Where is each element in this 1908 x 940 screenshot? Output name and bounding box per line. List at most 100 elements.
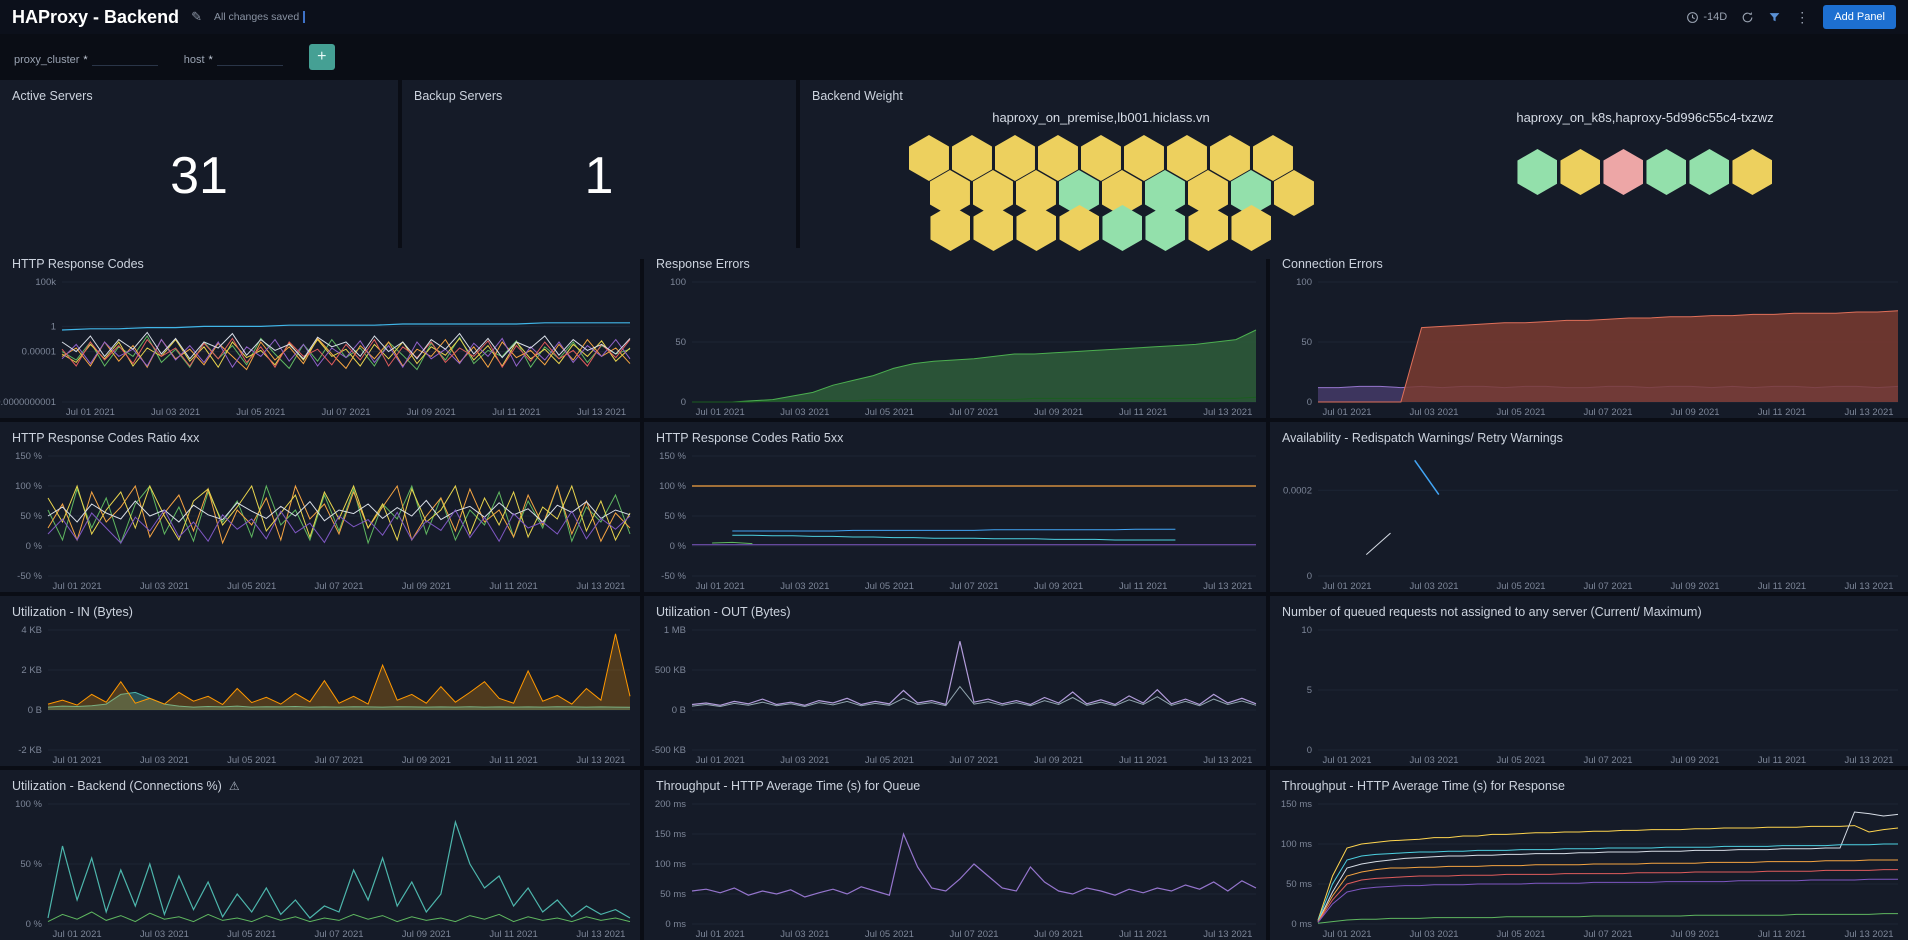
svg-text:0: 0 bbox=[681, 397, 686, 408]
svg-text:Jul 05 2021: Jul 05 2021 bbox=[1496, 755, 1545, 766]
weight-hexagon[interactable] bbox=[1732, 149, 1773, 195]
svg-text:Jul 13 2021: Jul 13 2021 bbox=[1844, 407, 1893, 418]
svg-text:0 %: 0 % bbox=[26, 541, 43, 552]
svg-text:Jul 09 2021: Jul 09 2021 bbox=[1034, 581, 1083, 592]
required-asterisk: * bbox=[208, 53, 213, 66]
time-range-control[interactable]: -14D bbox=[1686, 11, 1727, 24]
svg-text:100: 100 bbox=[670, 277, 686, 288]
svg-text:Jul 03 2021: Jul 03 2021 bbox=[1409, 407, 1458, 418]
svg-text:100k: 100k bbox=[35, 277, 56, 288]
svg-text:Jul 07 2021: Jul 07 2021 bbox=[314, 581, 363, 592]
top-bar: HAProxy - Backend ✎ All changes saved -1… bbox=[0, 0, 1908, 34]
svg-text:-2 KB: -2 KB bbox=[18, 745, 42, 756]
svg-text:0: 0 bbox=[1307, 745, 1312, 756]
svg-text:Jul 09 2021: Jul 09 2021 bbox=[1670, 755, 1719, 766]
clock-icon bbox=[1687, 11, 1699, 23]
svg-text:50 ms: 50 ms bbox=[1286, 879, 1312, 890]
svg-text:Jul 11 2021: Jul 11 2021 bbox=[489, 755, 537, 766]
filter-host: host * bbox=[184, 48, 283, 66]
chart-availability[interactable]: 0 0.0002 Jul 01 2021 Jul 03 2021 Jul 05 2021… bbox=[1270, 448, 1908, 592]
panel-title: HTTP Response Codes Ratio 5xx bbox=[656, 431, 844, 445]
svg-text:100 ms: 100 ms bbox=[655, 859, 686, 870]
panel-title-text: Utilization - Backend (Connections %) bbox=[12, 779, 222, 793]
chart-ratio-4xx[interactable]: -50 % 0 % 50 % 100 % 150 % Jul 01 2021 Jul 03 … bbox=[0, 448, 640, 592]
svg-text:Jul 07 2021: Jul 07 2021 bbox=[949, 929, 998, 940]
svg-text:Jul 13 2021: Jul 13 2021 bbox=[1844, 755, 1893, 766]
svg-text:Jul 05 2021: Jul 05 2021 bbox=[236, 407, 285, 418]
svg-text:150 ms: 150 ms bbox=[655, 829, 686, 840]
svg-text:50: 50 bbox=[675, 337, 686, 348]
filter-bar: proxy_cluster * host * + bbox=[0, 34, 1908, 80]
dashboard-title: HAProxy - Backend bbox=[12, 6, 180, 27]
chart-queued-requests[interactable]: 0 5 10 Jul 01 2021 Jul 03 2021 Jul 05 2021 Jul… bbox=[1270, 622, 1908, 766]
weight-hexagon[interactable] bbox=[1689, 149, 1730, 195]
svg-text:Jul 11 2021: Jul 11 2021 bbox=[492, 407, 540, 418]
panel-ratio-4xx: HTTP Response Codes Ratio 4xx -50 % 0 % 50… bbox=[0, 422, 640, 592]
svg-text:Jul 05 2021: Jul 05 2021 bbox=[865, 407, 914, 418]
chart-utilization-out[interactable]: -500 KB 0 B 500 KB 1 MB Jul 01 2021 Jul 03 20… bbox=[644, 622, 1266, 766]
weight-hexagon[interactable] bbox=[1646, 149, 1687, 195]
svg-text:Jul 07 2021: Jul 07 2021 bbox=[1583, 407, 1632, 418]
svg-text:0 B: 0 B bbox=[672, 705, 686, 716]
chart-response-errors[interactable]: 0 50 100 Jul 01 2021 Jul 03 2021 Jul 05 2021 J… bbox=[644, 274, 1266, 418]
panel-title: Backup Servers bbox=[414, 89, 503, 103]
svg-text:Jul 13 2021: Jul 13 2021 bbox=[1844, 929, 1893, 940]
svg-text:Jul 03 2021: Jul 03 2021 bbox=[140, 581, 189, 592]
svg-text:Jul 03 2021: Jul 03 2021 bbox=[780, 581, 829, 592]
svg-text:500 KB: 500 KB bbox=[655, 665, 686, 676]
panel-availability: Availability - Redispatch Warnings/ Retr… bbox=[1270, 422, 1908, 592]
panel-utilization-backend: Utilization - Backend (Connections %) ⚠ … bbox=[0, 770, 640, 940]
svg-text:Jul 05 2021: Jul 05 2021 bbox=[865, 929, 914, 940]
edit-title-icon[interactable]: ✎ bbox=[191, 9, 202, 25]
chart-utilization-backend[interactable]: 0 % 50 % 100 % Jul 01 2021 Jul 03 2021 Jul 05… bbox=[0, 796, 640, 940]
panel-title: Connection Errors bbox=[1282, 257, 1383, 271]
svg-text:Jul 01 2021: Jul 01 2021 bbox=[696, 929, 745, 940]
weight-hexagon[interactable] bbox=[1273, 170, 1314, 216]
kebab-menu[interactable]: ⋮ bbox=[1795, 9, 1809, 26]
panel-utilization-in: Utilization - IN (Bytes) -2 KB 0 B 2 KB 4 K… bbox=[0, 596, 640, 766]
refresh-button[interactable] bbox=[1741, 11, 1754, 24]
chart-http-response-codes[interactable]: 100k 1 0.00001 0.0000000001 Jul 01 2021 Jul 0… bbox=[0, 274, 640, 418]
dashboard-grid: Active Servers 31 Backup Servers 1 Backe… bbox=[0, 80, 1908, 940]
chart-response-time[interactable]: 0 ms 50 ms 100 ms 150 ms Jul 01 2021 Jul 03 2… bbox=[1270, 796, 1908, 940]
svg-text:100 ms: 100 ms bbox=[1281, 839, 1312, 850]
svg-text:0: 0 bbox=[1307, 571, 1312, 582]
svg-text:0.0000000001: 0.0000000001 bbox=[0, 397, 56, 408]
svg-text:1: 1 bbox=[51, 321, 56, 332]
svg-text:Jul 05 2021: Jul 05 2021 bbox=[1496, 929, 1545, 940]
panel-backup-servers: Backup Servers 1 bbox=[402, 80, 796, 259]
add-panel-button[interactable]: Add Panel bbox=[1823, 5, 1896, 29]
panel-title: Utilization - Backend (Connections %) ⚠ bbox=[0, 770, 640, 796]
chart-ratio-5xx[interactable]: -50 % 0 % 50 % 100 % 150 % Jul 01 2021 Jul 03 … bbox=[644, 448, 1266, 592]
svg-text:Jul 03 2021: Jul 03 2021 bbox=[140, 929, 189, 940]
svg-text:Jul 01 2021: Jul 01 2021 bbox=[1322, 755, 1371, 766]
svg-text:Jul 05 2021: Jul 05 2021 bbox=[227, 581, 276, 592]
svg-text:Jul 05 2021: Jul 05 2021 bbox=[1496, 407, 1545, 418]
panel-title: Availability - Redispatch Warnings/ Retr… bbox=[1282, 431, 1563, 445]
panel-title: HTTP Response Codes bbox=[12, 257, 144, 271]
weight-hexagon[interactable] bbox=[1603, 149, 1644, 195]
svg-text:Jul 03 2021: Jul 03 2021 bbox=[151, 407, 200, 418]
add-filter-button[interactable]: + bbox=[308, 44, 335, 70]
host-input[interactable] bbox=[216, 48, 283, 66]
svg-text:Jul 09 2021: Jul 09 2021 bbox=[1034, 755, 1083, 766]
svg-text:2 KB: 2 KB bbox=[21, 665, 42, 676]
proxy-cluster-input[interactable] bbox=[91, 48, 158, 66]
svg-text:50 ms: 50 ms bbox=[660, 889, 686, 900]
weight-group-label: haproxy_on_k8s,haproxy-5d996c55c4-txzwz bbox=[1516, 110, 1774, 125]
chart-queue-time[interactable]: 0 ms 50 ms 100 ms 150 ms 200 ms Jul 01 2021 Ju… bbox=[644, 796, 1266, 940]
panel-response-errors: Response Errors 0 50 100 Jul 01 2021 Jul 03 … bbox=[644, 248, 1266, 418]
weight-hexagon[interactable] bbox=[1517, 149, 1558, 195]
chart-utilization-in[interactable]: -2 KB 0 B 2 KB 4 KB Jul 01 2021 Jul 03 2021 Ju… bbox=[0, 622, 640, 766]
svg-text:Jul 11 2021: Jul 11 2021 bbox=[1758, 581, 1806, 592]
svg-text:0 B: 0 B bbox=[28, 705, 42, 716]
weight-hexagon[interactable] bbox=[1560, 149, 1601, 195]
chart-connection-errors[interactable]: 0 50 100 Jul 01 2021 Jul 03 2021 Jul 05 2021 J… bbox=[1270, 274, 1908, 418]
panel-queued-requests: Number of queued requests not assigned t… bbox=[1270, 596, 1908, 766]
panel-backend-weight: Backend Weight haproxy_on_premise,lb001.… bbox=[800, 80, 1908, 259]
svg-text:Jul 01 2021: Jul 01 2021 bbox=[53, 929, 102, 940]
filter-button[interactable] bbox=[1768, 11, 1781, 24]
svg-text:Jul 09 2021: Jul 09 2021 bbox=[1034, 929, 1083, 940]
svg-text:Jul 13 2021: Jul 13 2021 bbox=[1203, 581, 1252, 592]
svg-text:-50 %: -50 % bbox=[661, 571, 686, 582]
